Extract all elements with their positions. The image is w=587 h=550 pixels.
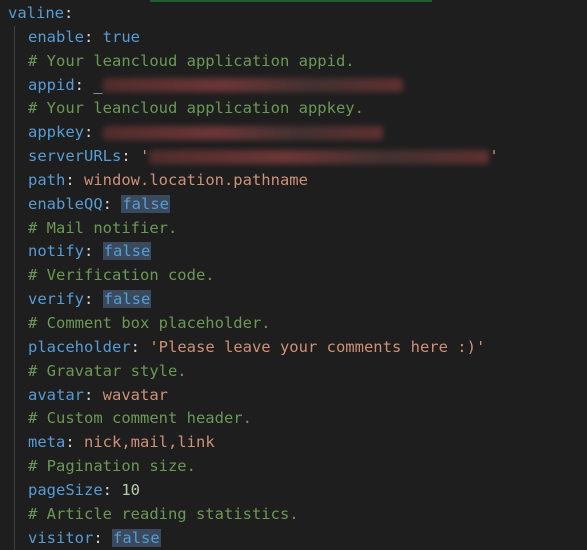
code-line: meta: nick,mail,link xyxy=(8,431,587,455)
code-line: # Gravatar style. xyxy=(8,360,587,384)
code-line: # Comment box placeholder. xyxy=(8,312,587,336)
yaml-key: enable xyxy=(28,27,84,46)
code-line: visitor: false xyxy=(8,527,587,550)
code-lines: valine: enable: true # Your leancloud app… xyxy=(8,2,587,550)
yaml-comment: # Mail notifier. xyxy=(28,218,178,237)
yaml-key: meta xyxy=(28,433,66,452)
colon: : xyxy=(102,194,122,213)
code-line: path: window.location.pathname xyxy=(8,169,587,193)
yaml-key: visitor xyxy=(28,528,94,547)
colon: : xyxy=(65,170,84,189)
code-line: serverURLs: ' ' xyxy=(8,145,587,169)
code-line: # Article reading statistics. xyxy=(8,503,587,527)
yaml-comment: # Pagination size. xyxy=(28,457,196,476)
colon: : xyxy=(84,385,103,404)
yaml-comment: # Verification code. xyxy=(28,266,215,285)
yaml-value: _ xyxy=(93,76,403,94)
yaml-comment: # Gravatar style. xyxy=(28,361,187,380)
yaml-comment: # Your leancloud application appid. xyxy=(28,51,355,70)
code-line: pageSize: 10 xyxy=(8,479,587,503)
yaml-value: false xyxy=(102,242,152,261)
code-line: # Verification code. xyxy=(8,264,587,288)
code-line: placeholder: 'Please leave your comments… xyxy=(8,336,587,360)
code-line: avatar: wavatar xyxy=(8,384,587,408)
yaml-key: valine xyxy=(8,4,64,22)
colon: : xyxy=(74,75,94,94)
code-line: appkey: xyxy=(8,121,587,145)
yaml-comment: # Article reading statistics. xyxy=(28,504,299,523)
yaml-value: false xyxy=(102,290,152,309)
code-line: # Mail notifier. xyxy=(8,217,587,241)
redacted-value xyxy=(149,149,490,164)
yaml-key: appid xyxy=(28,75,75,94)
yaml-value: 'Please leave your comments here :)' xyxy=(149,337,486,356)
colon: : xyxy=(65,433,84,452)
yaml-value: 10 xyxy=(121,480,140,499)
redacted-value xyxy=(102,78,403,93)
yaml-comment: # Your leancloud application appkey. xyxy=(28,99,364,118)
colon: : xyxy=(121,147,140,166)
colon: : xyxy=(64,4,74,22)
colon: : xyxy=(84,27,103,46)
yaml-key: verify xyxy=(28,290,84,309)
code-line: verify: false xyxy=(8,288,587,312)
code-line: enable: true xyxy=(8,26,587,50)
yaml-value: false xyxy=(112,528,161,547)
code-line: # Custom comment header. xyxy=(8,407,587,431)
colon: : xyxy=(84,123,103,142)
code-line-root: valine: xyxy=(8,2,587,26)
yaml-value: wavatar xyxy=(102,385,168,404)
yaml-key: placeholder xyxy=(28,337,131,356)
yaml-comment: # Custom comment header. xyxy=(28,409,252,428)
yaml-value: false xyxy=(121,194,170,213)
redacted-value xyxy=(102,125,383,140)
code-line: appid: _ xyxy=(8,74,587,98)
yaml-value xyxy=(102,123,383,141)
code-line: # Pagination size. xyxy=(8,455,587,479)
colon: : xyxy=(84,290,103,309)
yaml-value: ' ' xyxy=(140,147,499,166)
yaml-key: pageSize xyxy=(28,480,103,499)
code-editor[interactable]: valine: enable: true # Your leancloud app… xyxy=(0,0,587,550)
yaml-value: nick,mail,link xyxy=(84,433,215,452)
colon: : xyxy=(84,242,103,261)
colon: : xyxy=(93,528,112,547)
code-line: # Your leancloud application appid. xyxy=(8,50,587,74)
colon: : xyxy=(130,337,150,356)
yaml-key: serverURLs xyxy=(28,147,122,166)
yaml-value: window.location.pathname xyxy=(84,170,308,189)
colon: : xyxy=(102,480,122,499)
yaml-key: path xyxy=(28,170,66,189)
code-line: enableQQ: false xyxy=(8,193,587,217)
code-line: # Your leancloud application appkey. xyxy=(8,97,587,121)
yaml-key: notify xyxy=(28,242,84,261)
code-line: notify: false xyxy=(8,240,587,264)
yaml-comment: # Comment box placeholder. xyxy=(28,313,271,332)
yaml-key: appkey xyxy=(28,123,84,142)
yaml-key: enableQQ xyxy=(28,194,103,213)
yaml-value: true xyxy=(102,27,140,46)
yaml-key: avatar xyxy=(28,385,84,404)
